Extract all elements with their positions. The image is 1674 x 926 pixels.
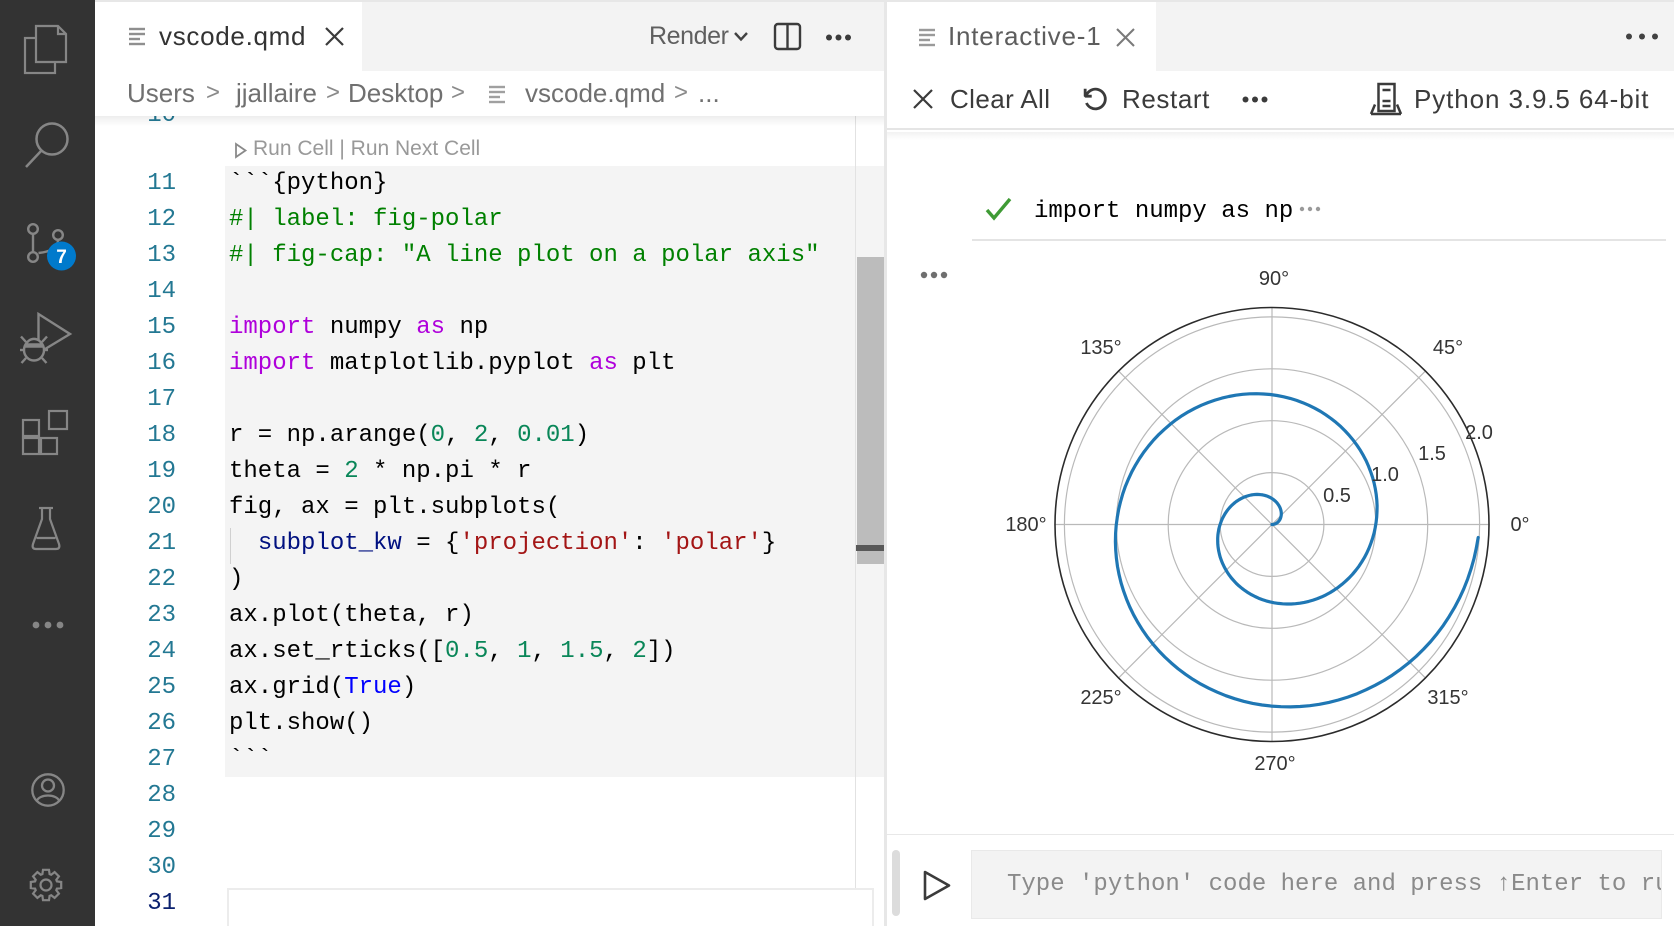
- svg-text:270°: 270°: [1254, 753, 1295, 775]
- svg-text:0°: 0°: [1510, 514, 1529, 536]
- svg-text:225°: 225°: [1080, 687, 1121, 709]
- svg-text:180°: 180°: [1005, 514, 1046, 536]
- svg-text:2.0: 2.0: [1465, 422, 1493, 444]
- svg-text:1.5: 1.5: [1418, 443, 1446, 465]
- svg-text:7: 7: [56, 247, 67, 268]
- svg-text:1.0: 1.0: [1371, 464, 1399, 486]
- svg-text:45°: 45°: [1433, 337, 1463, 359]
- svg-text:0.5: 0.5: [1323, 485, 1351, 507]
- svg-text:315°: 315°: [1427, 687, 1468, 709]
- svg-text:135°: 135°: [1080, 337, 1121, 359]
- svg-text:90°: 90°: [1259, 268, 1289, 290]
